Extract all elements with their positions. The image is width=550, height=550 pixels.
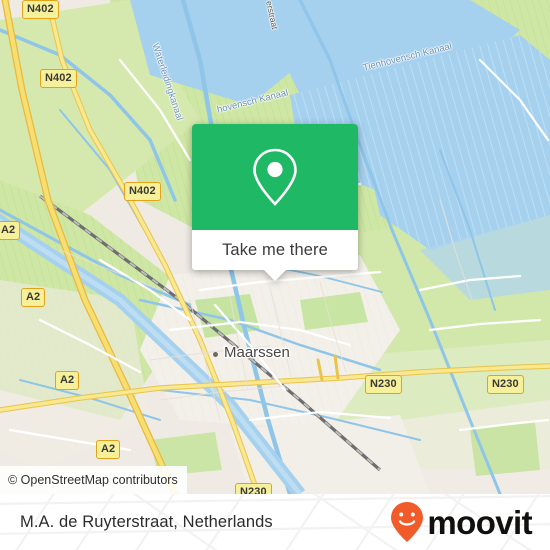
- location-pin-icon: [253, 148, 297, 206]
- road-shield[interactable]: A2: [21, 288, 46, 307]
- callout-icon-panel: [192, 124, 358, 230]
- road-shield[interactable]: N230: [235, 483, 272, 494]
- road-shield[interactable]: N230: [365, 375, 402, 394]
- road-shield[interactable]: N402: [22, 0, 59, 19]
- city-marker-dot: [213, 352, 218, 357]
- road-shield[interactable]: N402: [40, 69, 77, 88]
- footer-bar: M.A. de Ruyterstraat, Netherlands moovit: [0, 494, 550, 550]
- map-canvas[interactable]: N402 N402 N402 A2 A2 A2 A2 N230 N230 N23…: [0, 0, 550, 494]
- moovit-logo[interactable]: moovit: [389, 501, 533, 543]
- road-shield[interactable]: A2: [55, 371, 80, 390]
- osm-attribution-text: © OpenStreetMap contributors: [8, 473, 178, 487]
- road-shield[interactable]: A2: [0, 221, 21, 240]
- moovit-wordmark: moovit: [427, 503, 532, 541]
- road-shield[interactable]: N230: [487, 375, 524, 394]
- road-shield[interactable]: A2: [96, 440, 121, 459]
- location-title: M.A. de Ruyterstraat, Netherlands: [20, 512, 273, 531]
- callout-pointer: [263, 269, 287, 281]
- callout-action-panel[interactable]: Take me there: [192, 230, 358, 281]
- destination-callout-card[interactable]: Take me there: [192, 124, 358, 281]
- take-me-there-label: Take me there: [222, 240, 328, 259]
- moovit-map-screenshot: N402 N402 N402 A2 A2 A2 A2 N230 N230 N23…: [0, 0, 550, 550]
- osm-attribution[interactable]: © OpenStreetMap contributors: [0, 466, 187, 494]
- moovit-smiley-pin-icon: [391, 502, 424, 542]
- road-shield[interactable]: N402: [124, 182, 161, 201]
